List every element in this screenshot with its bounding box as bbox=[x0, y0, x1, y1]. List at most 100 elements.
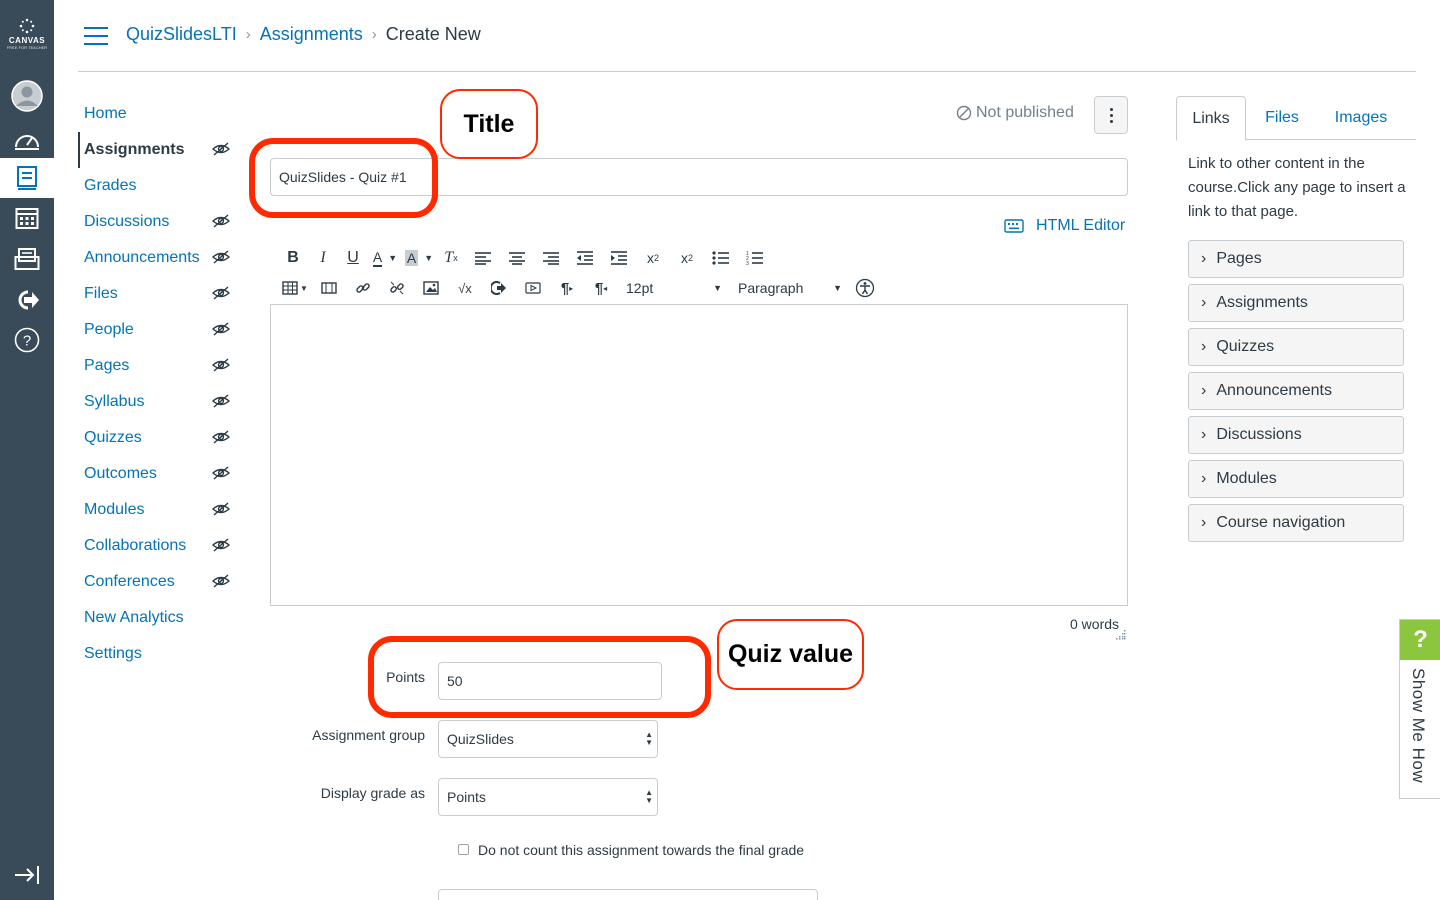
underline-icon[interactable]: U bbox=[338, 246, 368, 270]
bullet-list-icon[interactable] bbox=[704, 246, 738, 270]
resize-handle-icon[interactable] bbox=[1116, 630, 1126, 640]
nav-label: Pages bbox=[84, 357, 130, 374]
image-icon[interactable] bbox=[414, 276, 448, 300]
rich-content-editor[interactable] bbox=[270, 304, 1128, 606]
html-editor-label: HTML Editor bbox=[1036, 217, 1126, 234]
sidebar-section-assignments[interactable]: › Assignments bbox=[1188, 284, 1404, 322]
omit-from-final-grade-checkbox[interactable] bbox=[458, 844, 469, 855]
breadcrumb-current: Create New bbox=[385, 24, 481, 44]
chevron-right-icon: › bbox=[1201, 294, 1207, 311]
media-icon[interactable] bbox=[312, 276, 346, 300]
course-nav-discussions[interactable]: Discussions bbox=[78, 204, 238, 240]
outdent-icon[interactable] bbox=[568, 246, 602, 270]
calendar-nav[interactable] bbox=[0, 198, 54, 238]
superscript-icon[interactable]: x2 bbox=[636, 246, 670, 270]
nav-label: Conferences bbox=[84, 573, 175, 590]
course-nav-assignments[interactable]: Assignments bbox=[78, 132, 238, 168]
collapse-nav-button[interactable] bbox=[0, 855, 54, 895]
course-nav-home[interactable]: Home bbox=[78, 96, 238, 132]
align-right-icon[interactable] bbox=[534, 246, 568, 270]
embed-icon[interactable] bbox=[482, 276, 516, 300]
italic-icon[interactable]: I bbox=[308, 246, 338, 270]
ltr-icon[interactable]: ¶ ▸ bbox=[550, 276, 584, 300]
course-nav-settings[interactable]: Settings bbox=[78, 636, 238, 672]
clear-formatting-icon[interactable]: Tx bbox=[436, 246, 466, 270]
options-menu-button[interactable] bbox=[1094, 96, 1128, 134]
align-left-icon[interactable] bbox=[466, 246, 500, 270]
course-nav-announcements[interactable]: Announcements bbox=[78, 240, 238, 276]
equation-icon[interactable]: √x bbox=[448, 276, 482, 300]
nav-label: Home bbox=[84, 105, 127, 122]
hidden-eye-icon bbox=[212, 322, 230, 336]
font-size-select[interactable]: 12pt ▼ bbox=[618, 280, 728, 296]
publish-status-label: Not published bbox=[976, 104, 1074, 121]
sidebar-section-discussions[interactable]: › Discussions bbox=[1188, 416, 1404, 454]
table-icon[interactable]: ▼ bbox=[278, 276, 312, 300]
word-count: 0 words bbox=[1070, 616, 1120, 632]
nav-label: Announcements bbox=[84, 249, 200, 266]
accessibility-icon[interactable] bbox=[848, 276, 882, 300]
course-nav-quizzes[interactable]: Quizzes bbox=[78, 420, 238, 456]
numbered-list-icon[interactable]: 123 bbox=[738, 246, 772, 270]
course-nav-syllabus[interactable]: Syllabus bbox=[78, 384, 238, 420]
course-nav-collaborations[interactable]: Collaborations bbox=[78, 528, 238, 564]
tab-files[interactable]: Files bbox=[1254, 96, 1310, 140]
assignment-group-select[interactable]: QuizSlides ▲ ▼ bbox=[438, 720, 658, 758]
breadcrumb-assignments[interactable]: Assignments bbox=[260, 24, 363, 45]
unpublished-icon bbox=[956, 105, 972, 121]
omit-from-final-grade-label[interactable]: Do not count this assignment towards the… bbox=[478, 842, 804, 858]
rtl-icon[interactable]: ¶ ◂ bbox=[584, 276, 618, 300]
subscript-icon[interactable]: x2 bbox=[670, 246, 704, 270]
html-editor-toggle[interactable]: HTML Editor bbox=[1004, 217, 1125, 235]
tab-images[interactable]: Images bbox=[1326, 96, 1396, 140]
canvas-logo-icon bbox=[19, 18, 35, 34]
display-grade-select[interactable]: Points ▲ ▼ bbox=[438, 778, 658, 816]
show-me-how-widget[interactable]: ? Show Me How bbox=[1399, 619, 1440, 799]
courses-nav[interactable] bbox=[0, 158, 54, 198]
text-color-icon[interactable]: A ▼ bbox=[368, 246, 402, 270]
hidden-eye-icon bbox=[212, 394, 230, 408]
sidebar-section-modules[interactable]: › Modules bbox=[1188, 460, 1404, 498]
commons-icon bbox=[18, 290, 39, 310]
align-center-icon[interactable] bbox=[500, 246, 534, 270]
course-nav-conferences[interactable]: Conferences bbox=[78, 564, 238, 600]
display-grade-label: Display grade as bbox=[320, 785, 425, 801]
course-nav-people[interactable]: People bbox=[78, 312, 238, 348]
help-nav[interactable]: ? bbox=[0, 320, 54, 360]
font-size-value: 12pt bbox=[626, 280, 654, 296]
course-nav-files[interactable]: Files bbox=[78, 276, 238, 312]
canvas-logo[interactable]: CANVAS FREE FOR TEACHER bbox=[0, 18, 54, 50]
commons-nav[interactable] bbox=[0, 280, 54, 320]
sidebar-section-pages[interactable]: › Pages bbox=[1188, 240, 1404, 278]
breadcrumb-course[interactable]: QuizSlidesLTI bbox=[126, 24, 237, 45]
course-nav-outcomes[interactable]: Outcomes bbox=[78, 456, 238, 492]
course-menu-toggle[interactable] bbox=[84, 27, 108, 45]
sidebar-section-course-navigation[interactable]: › Course navigation bbox=[1188, 504, 1404, 542]
nav-label: People bbox=[84, 321, 134, 338]
bold-icon[interactable]: B bbox=[278, 246, 308, 270]
sidebar-section-announcements[interactable]: › Announcements bbox=[1188, 372, 1404, 410]
indent-icon[interactable] bbox=[602, 246, 636, 270]
hamburger-icon bbox=[84, 27, 108, 29]
account-nav[interactable] bbox=[0, 76, 54, 116]
next-field-partial[interactable] bbox=[438, 889, 818, 900]
tab-links[interactable]: Links bbox=[1176, 96, 1246, 141]
dashboard-nav[interactable] bbox=[0, 120, 54, 160]
unlink-icon[interactable] bbox=[380, 276, 414, 300]
background-color-icon[interactable]: A ▼ bbox=[402, 246, 436, 270]
select-arrows-icon: ▲ ▼ bbox=[645, 788, 653, 805]
link-icon[interactable] bbox=[346, 276, 380, 300]
sidebar-section-quizzes[interactable]: › Quizzes bbox=[1188, 328, 1404, 366]
course-nav-pages[interactable]: Pages bbox=[78, 348, 238, 384]
course-nav-modules[interactable]: Modules bbox=[78, 492, 238, 528]
chevron-right-icon: › bbox=[371, 26, 377, 43]
hidden-eye-icon bbox=[212, 502, 230, 516]
video-icon[interactable] bbox=[516, 276, 550, 300]
block-format-select[interactable]: Paragraph ▼ bbox=[728, 280, 848, 296]
inbox-icon bbox=[14, 248, 40, 270]
course-nav-grades[interactable]: Grades bbox=[78, 168, 238, 204]
course-nav-new-analytics[interactable]: New Analytics bbox=[78, 600, 238, 636]
hidden-eye-icon bbox=[212, 430, 230, 444]
nav-label: Collaborations bbox=[84, 537, 187, 554]
inbox-nav[interactable] bbox=[0, 239, 54, 279]
